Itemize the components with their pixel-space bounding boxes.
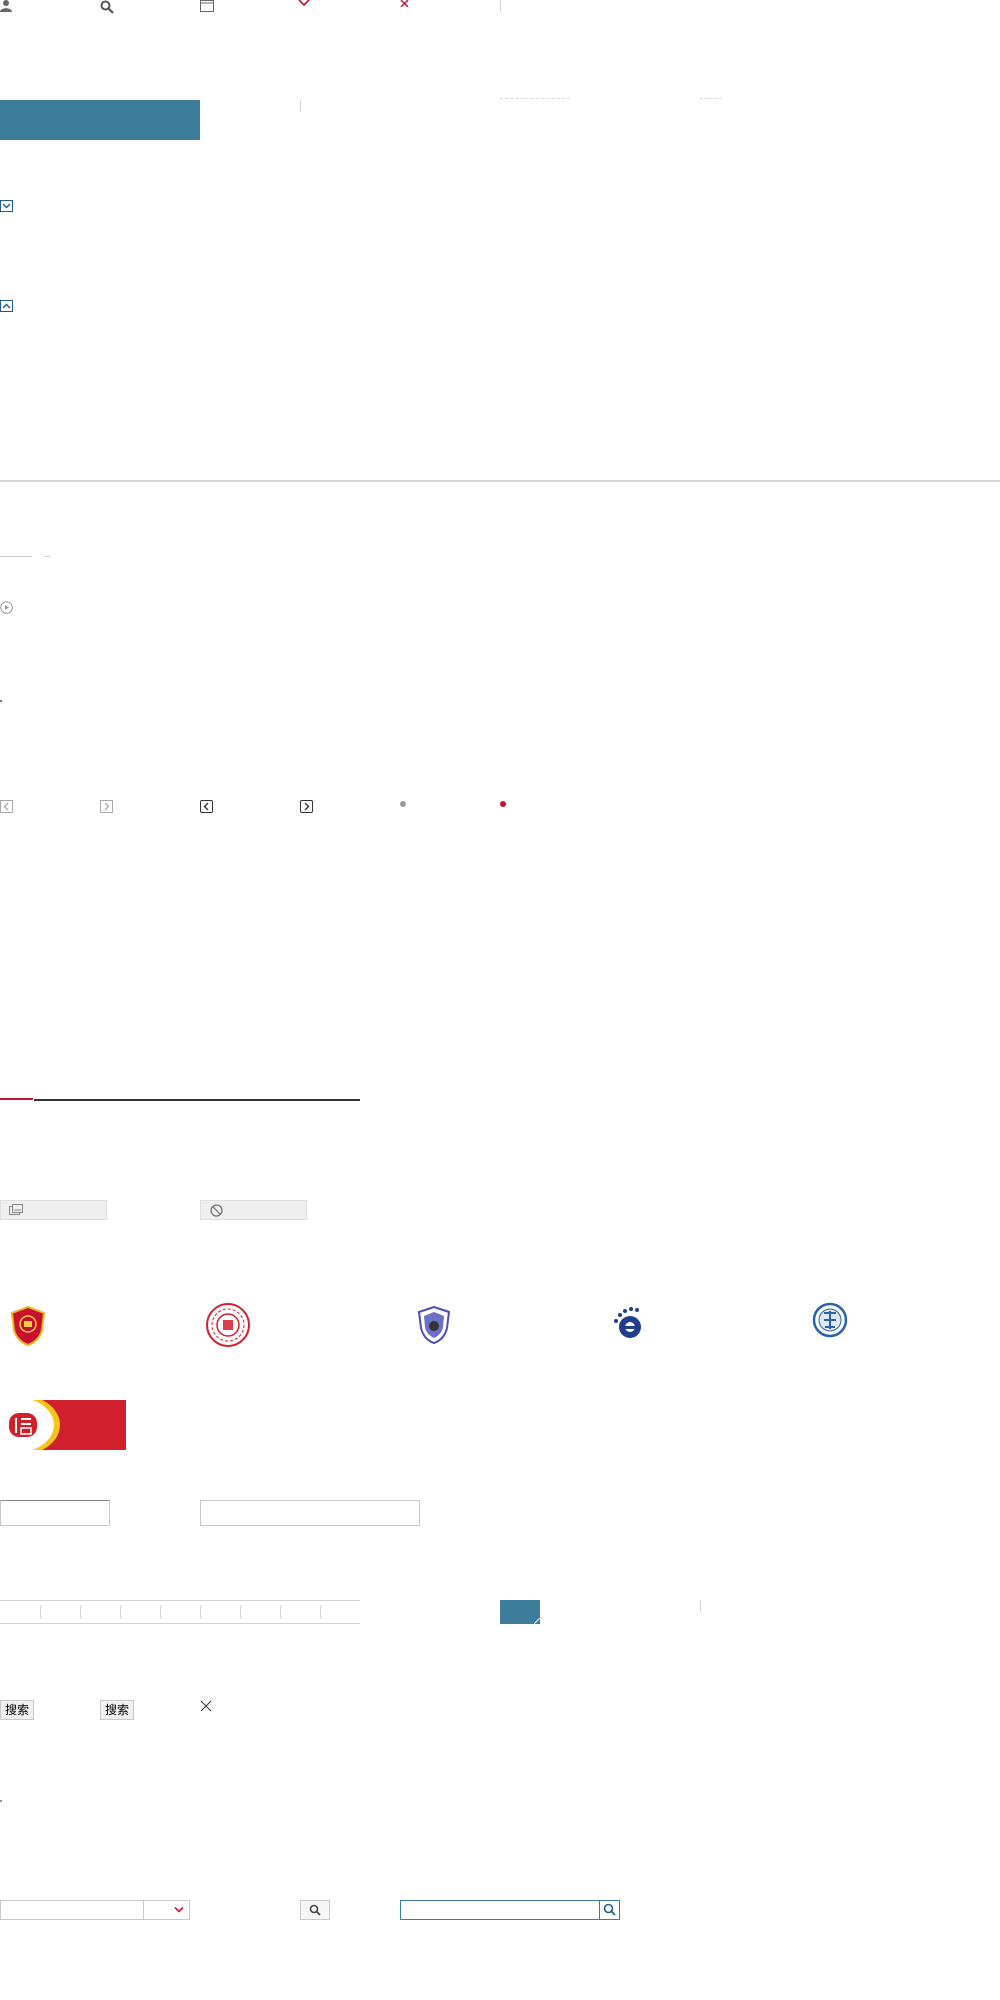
resize-box[interactable] <box>500 1600 540 1624</box>
user-icon[interactable] <box>0 0 12 12</box>
search-input[interactable] <box>401 1901 597 1919</box>
bullet-dot <box>0 700 2 702</box>
search-icon[interactable] <box>603 1903 616 1916</box>
police-emblem-logo[interactable] <box>417 1306 451 1344</box>
trust-seal-logo[interactable] <box>205 1302 251 1348</box>
dashed-divider <box>700 98 722 99</box>
section-separator <box>0 480 1000 482</box>
chevron-down-icon[interactable] <box>298 0 310 7</box>
close-thin-icon[interactable] <box>200 1700 212 1712</box>
segment-divider <box>200 1605 201 1619</box>
search-icon <box>309 1904 321 1916</box>
credit-banner[interactable] <box>0 1400 126 1450</box>
window-icon[interactable] <box>200 0 214 12</box>
search-box[interactable] <box>400 1900 620 1920</box>
short-rule <box>44 556 50 557</box>
arrow-right-icon[interactable] <box>300 800 313 813</box>
expand-down-icon[interactable] <box>0 200 13 212</box>
select-caret-icon <box>174 1907 184 1913</box>
dot-red-icon[interactable] <box>500 801 506 807</box>
search-box-divider <box>599 1901 600 1919</box>
resize-handle-icon <box>534 1618 540 1624</box>
arrow-left-icon[interactable] <box>0 800 13 813</box>
collapse-up-icon[interactable] <box>0 300 13 312</box>
divider <box>500 0 501 12</box>
search-button-2[interactable]: 搜索 <box>100 1700 134 1720</box>
ban-placeholder <box>200 1200 307 1220</box>
select-divider <box>143 1901 144 1919</box>
tab-underline-active <box>0 1098 33 1100</box>
divider <box>700 1600 701 1612</box>
dot-gray-icon[interactable] <box>400 801 406 807</box>
short-rule <box>0 556 32 557</box>
text-input-short[interactable] <box>0 1500 110 1526</box>
arrow-left-icon[interactable] <box>200 800 213 813</box>
gallery-icon <box>9 1204 23 1215</box>
search-icon-button[interactable] <box>300 1900 330 1920</box>
shield-badge-logo[interactable] <box>10 1306 46 1346</box>
accent-bar <box>0 100 200 140</box>
search-button-1[interactable]: 搜索 <box>0 1700 34 1720</box>
segment-divider <box>80 1605 81 1619</box>
close-icon[interactable] <box>400 0 410 7</box>
arrow-right-icon[interactable] <box>100 800 113 813</box>
credit-icon <box>9 1413 37 1437</box>
segment-divider <box>320 1605 321 1619</box>
dashed-divider <box>500 98 570 99</box>
segmented-strip[interactable] <box>0 1600 360 1624</box>
round-emblem-logo[interactable] <box>812 1302 848 1338</box>
tab-underline <box>34 1099 360 1101</box>
divider <box>300 100 301 112</box>
ban-icon <box>210 1204 223 1217</box>
bullet-dot <box>0 1800 2 1802</box>
text-input-long[interactable] <box>200 1500 420 1526</box>
segment-divider <box>40 1605 41 1619</box>
segment-divider <box>240 1605 241 1619</box>
play-circle-icon[interactable] <box>0 601 13 614</box>
e-service-logo[interactable] <box>612 1305 652 1345</box>
search-icon[interactable] <box>100 0 114 14</box>
segment-divider <box>160 1605 161 1619</box>
segment-divider <box>280 1605 281 1619</box>
segment-divider <box>120 1605 121 1619</box>
select-dropdown[interactable] <box>0 1900 190 1920</box>
gallery-placeholder <box>0 1200 107 1220</box>
